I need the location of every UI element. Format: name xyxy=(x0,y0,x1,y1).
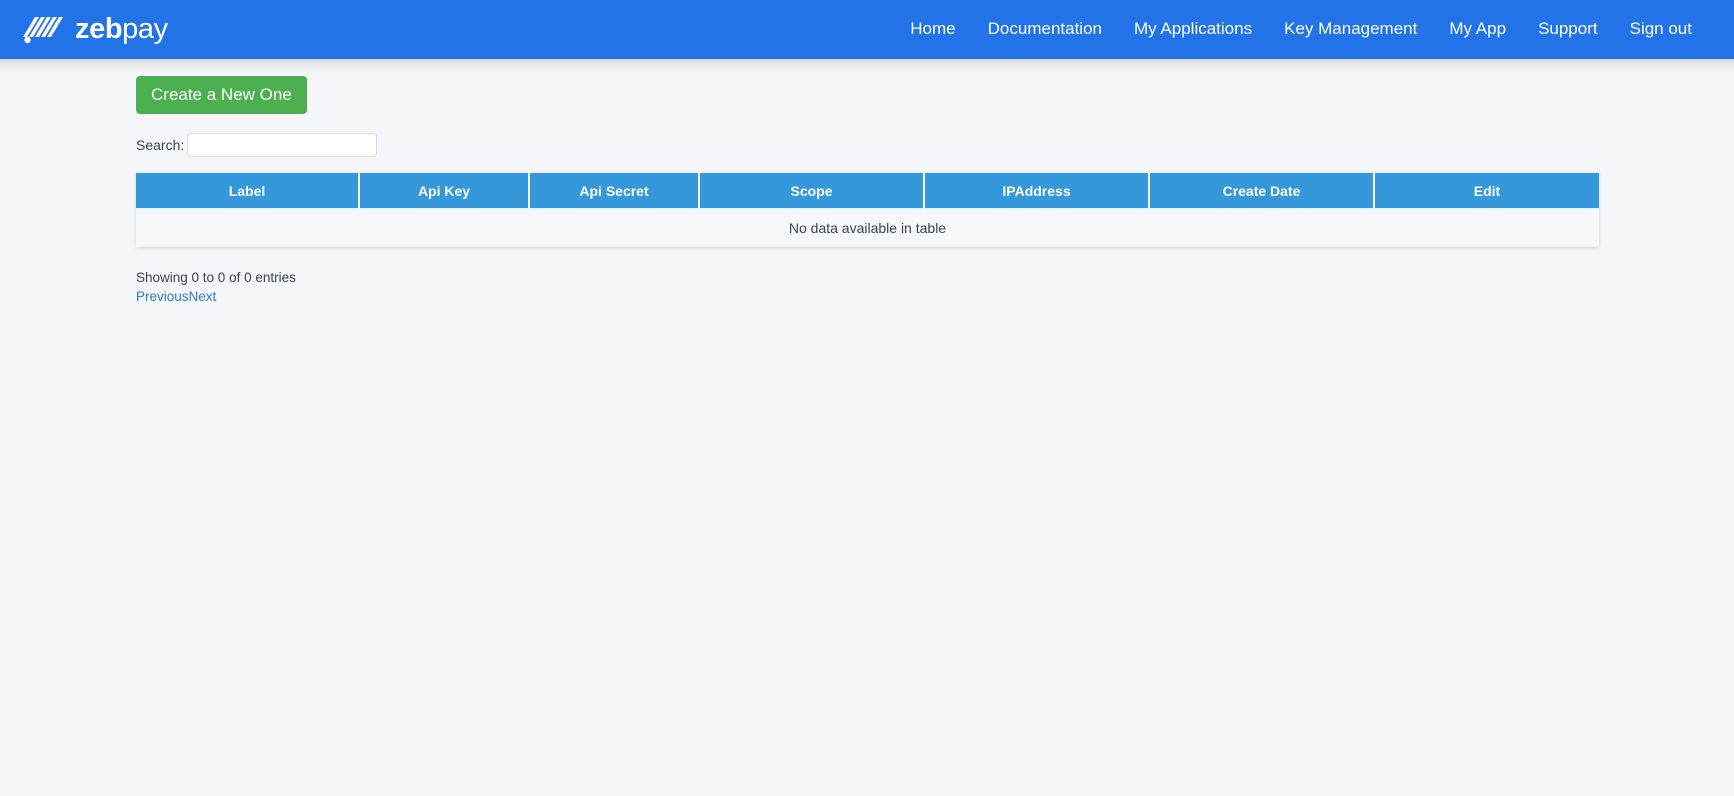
column-header-api-secret[interactable]: Api Secret xyxy=(530,173,700,210)
nav-item-sign-out[interactable]: Sign out xyxy=(1614,11,1708,47)
table-body: No data available in table xyxy=(136,210,1599,247)
column-header-edit[interactable]: Edit xyxy=(1375,173,1599,210)
table-header-row: Label Api Key Api Secret Scope IPAddress… xyxy=(136,173,1599,210)
api-keys-table: Label Api Key Api Secret Scope IPAddress… xyxy=(136,173,1599,247)
column-header-api-key[interactable]: Api Key xyxy=(360,173,530,210)
top-navbar: zebpay Home Documentation My Application… xyxy=(0,0,1734,73)
nav-item-key-management[interactable]: Key Management xyxy=(1268,11,1433,47)
table-empty-message: No data available in table xyxy=(136,210,1599,247)
api-keys-table-container: Label Api Key Api Secret Scope IPAddress… xyxy=(136,173,1599,247)
create-a-new-one-button[interactable]: Create a New One xyxy=(136,76,307,114)
zebpay-stripes-logo-icon xyxy=(22,15,66,45)
search-input[interactable] xyxy=(187,133,378,157)
nav-item-support[interactable]: Support xyxy=(1522,11,1614,47)
table-header: Label Api Key Api Secret Scope IPAddress… xyxy=(136,173,1599,210)
column-header-create-date[interactable]: Create Date xyxy=(1150,173,1375,210)
nav-item-documentation[interactable]: Documentation xyxy=(972,11,1118,47)
pagination-next-link[interactable]: Next xyxy=(189,289,217,304)
brand-wordmark: zebpay xyxy=(75,15,168,44)
brand-wordmark-light: pay xyxy=(122,13,168,45)
navbar-links: Home Documentation My Applications Key M… xyxy=(894,11,1708,47)
brand-logo-link[interactable]: zebpay xyxy=(22,0,168,59)
nav-item-my-app[interactable]: My App xyxy=(1433,11,1522,47)
table-info-text: Showing 0 to 0 of 0 entries xyxy=(136,270,296,285)
column-header-scope[interactable]: Scope xyxy=(700,173,925,210)
search-row: Search: xyxy=(136,133,1734,157)
nav-item-my-applications[interactable]: My Applications xyxy=(1118,11,1268,47)
pagination-previous-link[interactable]: Previous xyxy=(136,289,189,304)
page-content: Create a New One Search: Label Api Key A… xyxy=(0,59,1734,306)
nav-item-home[interactable]: Home xyxy=(894,11,971,47)
brand-wordmark-bold: zeb xyxy=(75,13,123,45)
table-pagination: PreviousNext xyxy=(136,289,1734,306)
column-header-ipaddress[interactable]: IPAddress xyxy=(925,173,1150,210)
column-header-label[interactable]: Label xyxy=(136,173,360,210)
search-label: Search: xyxy=(136,137,185,153)
table-empty-row: No data available in table xyxy=(136,210,1599,247)
